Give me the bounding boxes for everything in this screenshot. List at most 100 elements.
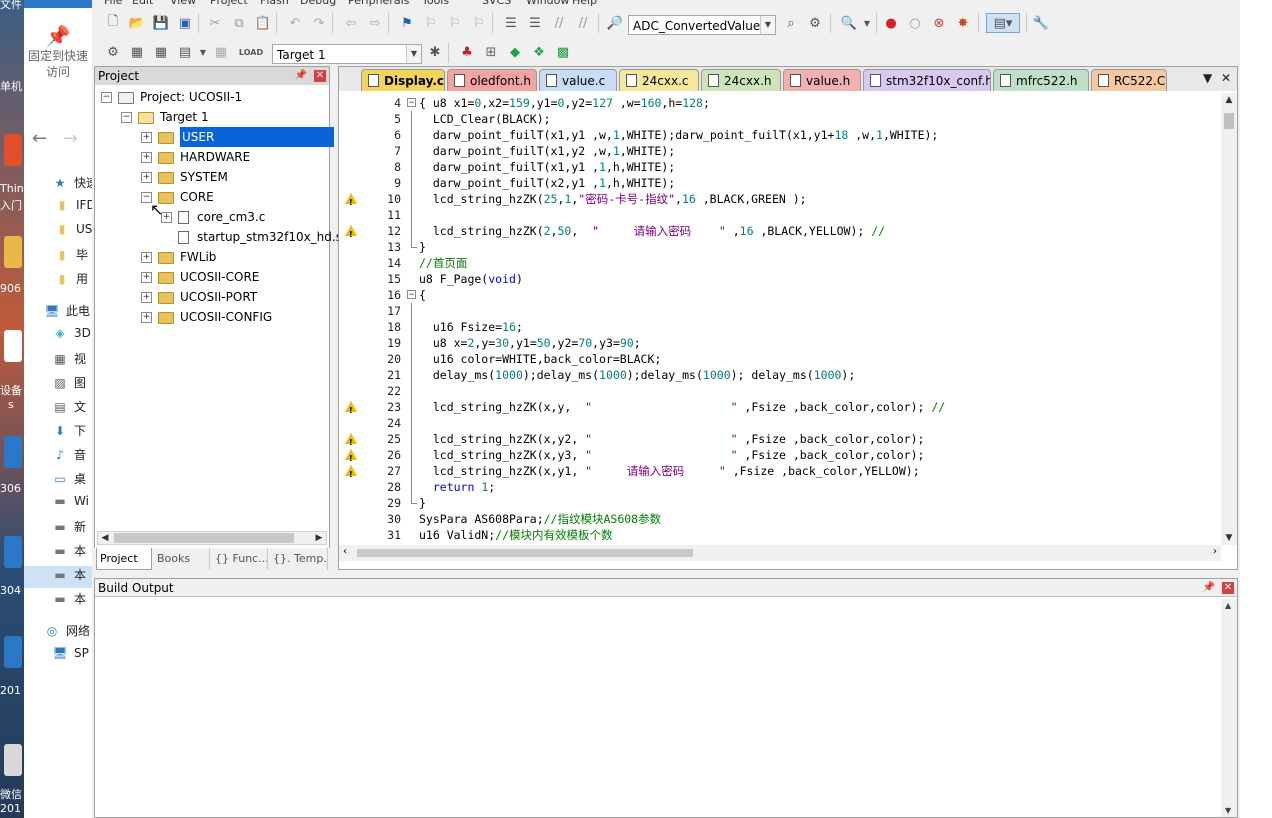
code-line[interactable]: 28 return 1; <box>339 479 1221 495</box>
explorer-nav-item[interactable]: ▦ 视 <box>24 350 92 372</box>
collapse-icon[interactable]: − <box>121 112 132 123</box>
code-line[interactable]: 29} <box>339 495 1221 511</box>
explorer-nav-item[interactable]: ▮ IFD <box>24 198 92 220</box>
close-tab-icon[interactable]: ✕ <box>1221 71 1231 85</box>
explorer-nav-item[interactable]: ★ 快速 <box>24 174 92 196</box>
select-packs-icon[interactable]: ⊞ <box>482 43 500 61</box>
load-download-icon[interactable]: LOAD <box>239 43 263 61</box>
code-line[interactable]: ! 27 lcd_string_hzZK(x,y1, " 请输入密码 " ,Fsi… <box>339 463 1221 479</box>
explorer-nav-item[interactable]: ◈ 3D <box>24 326 92 348</box>
tree-item[interactable]: + core_cm3.c <box>161 207 265 227</box>
scroll-up-icon[interactable]: ▲ <box>1225 601 1231 610</box>
menu-window[interactable]: Window <box>526 0 569 7</box>
code-line[interactable]: ! 12 lcd_string_hzZK(2,50, " 请输入密码 " ,16 … <box>339 223 1221 239</box>
collapse-icon[interactable]: − <box>101 92 112 103</box>
menu-file[interactable]: File <box>104 0 122 7</box>
file-tab[interactable]: value.h <box>783 69 861 91</box>
explorer-nav-item[interactable]: ▬ 新 <box>24 518 92 540</box>
save-all-icon[interactable]: ▣ <box>176 14 194 32</box>
tab-list-chevron-icon[interactable]: ▼ <box>1203 71 1212 85</box>
wechat-icon[interactable] <box>4 744 22 776</box>
tree-item[interactable]: + FWLib <box>141 247 216 267</box>
file-tab[interactable]: Display.c <box>361 69 445 91</box>
explorer-nav-item[interactable]: ▮ 毕 <box>24 246 92 268</box>
close-icon[interactable]: ✕ <box>314 70 326 82</box>
code-line[interactable]: 20 u16 color=WHITE,back_color=BLACK; <box>339 351 1221 367</box>
uncomment-icon[interactable]: // <box>574 14 592 32</box>
editor-hscrollbar[interactable]: ‹ › <box>339 545 1221 561</box>
bookmark-icon[interactable]: ⚑ <box>398 14 416 32</box>
save-icon[interactable]: 💾 <box>152 14 170 32</box>
explorer-nav-item[interactable]: ♪ 音 <box>24 446 92 468</box>
redo-icon[interactable]: ↷ <box>310 14 328 32</box>
tab-functions[interactable]: {} Func... <box>212 548 268 570</box>
code-line[interactable]: 6 darw_point_fuilT(x1,y1 ,w,1,WHITE);dar… <box>339 127 1221 143</box>
explorer-nav-item[interactable]: ▨ 图 <box>24 374 92 396</box>
scroll-down-icon[interactable]: ▼ <box>1221 531 1237 545</box>
code-line[interactable]: 14 //首页面 <box>339 255 1221 271</box>
code-line[interactable]: 18 u16 Fsize=16; <box>339 319 1221 335</box>
nav-forward-icon[interactable]: ⇨ <box>366 14 384 32</box>
configure-wrench-icon[interactable]: 🔧 <box>1032 14 1050 32</box>
tree-item[interactable]: − Target 1 <box>121 107 209 127</box>
code-line[interactable]: 30 SysPara AS608Para;//指纹模块AS608参数 <box>339 511 1221 527</box>
explorer-nav-item[interactable]: ⬇ 下 <box>24 422 92 444</box>
rebuild-icon[interactable]: ▦ <box>152 43 170 61</box>
build-output-vscrollbar[interactable]: ▲ ▼ <box>1221 599 1237 817</box>
explorer-nav-item[interactable]: ▬ Wi <box>24 494 92 516</box>
scroll-left-icon[interactable]: ‹ <box>343 546 347 557</box>
tree-item[interactable]: + HARDWARE <box>141 147 250 167</box>
explorer-nav-item[interactable]: ▮ 用 <box>24 270 92 292</box>
code-area[interactable]: 4−{ u8 x1=0,x2=159,y1=0,y2=127 ,w=160,h=… <box>339 93 1221 545</box>
chevron-down-icon[interactable]: ▼ <box>858 14 876 32</box>
explorer-nav-item[interactable]: ▬ 本 <box>24 566 92 588</box>
explorer-nav-item[interactable]: ▬ 本 <box>24 590 92 612</box>
window-layout-icon[interactable]: ▤▾ <box>986 13 1020 33</box>
scroll-down-icon[interactable]: ▼ <box>1225 806 1231 815</box>
stop-build-icon[interactable]: ▦ <box>212 43 230 61</box>
forward-arrow-icon[interactable]: → <box>63 128 78 149</box>
menu-debug[interactable]: Debug <box>300 0 336 7</box>
close-icon[interactable]: ✕ <box>1222 582 1234 594</box>
next-bookmark-icon[interactable]: ⚐ <box>446 14 464 32</box>
pin-quick-access-button[interactable]: 📌 固定到快速访问 <box>24 14 92 100</box>
code-line[interactable]: ! 25 lcd_string_hzZK(x,y2, " " ,Fsize ,ba… <box>339 431 1221 447</box>
code-line[interactable]: 22 <box>339 383 1221 399</box>
tree-item[interactable]: + UCOSII-CORE <box>141 267 259 287</box>
undo-icon[interactable]: ↶ <box>286 14 304 32</box>
scroll-left-icon[interactable]: ◀ <box>98 532 112 544</box>
explorer-nav-item[interactable]: ▤ 文 <box>24 398 92 420</box>
unindent-icon[interactable]: ☰ <box>526 14 544 32</box>
word-doc-icon[interactable] <box>4 536 22 568</box>
editor-vscrollbar[interactable]: ▲ ▼ <box>1221 93 1237 545</box>
menu-tools[interactable]: Tools <box>422 0 449 7</box>
disable-all-breakpoints-icon[interactable]: ⊗ <box>930 14 948 32</box>
tree-item[interactable]: + UCOSII-PORT <box>141 287 257 307</box>
menu-help[interactable]: Help <box>572 0 597 7</box>
disable-breakpoint-icon[interactable]: ○ <box>906 14 924 32</box>
code-line[interactable]: ! 10 lcd_string_hzZK(25,1,"密码-卡号-指纹",16 ,… <box>339 191 1221 207</box>
comment-icon[interactable]: // <box>550 14 568 32</box>
tab-project-tab[interactable]: Project <box>96 548 152 570</box>
explorer-nav-item[interactable]: 🖥 SP <box>24 646 92 668</box>
code-line[interactable]: 31 u16 ValidN;//模块内有效模板个数 <box>339 527 1221 543</box>
chevron-down-icon[interactable]: ▼ <box>194 43 212 61</box>
file-tab[interactable]: oledfont.h <box>447 69 537 91</box>
pack-update-icon[interactable]: ▩ <box>554 43 572 61</box>
tree-item[interactable]: startup_stm32f10x_hd.s <box>161 227 342 247</box>
menu-svcs[interactable]: SVCS <box>482 0 511 7</box>
kill-all-breakpoints-icon[interactable]: ✸ <box>954 14 972 32</box>
scroll-thumb[interactable] <box>357 549 693 557</box>
code-line[interactable]: 4−{ u8 x1=0,x2=159,y1=0,y2=127 ,w=160,h=… <box>339 95 1221 111</box>
code-line[interactable]: 11 <box>339 207 1221 223</box>
code-line[interactable]: 21 delay_ms(1000);delay_ms(1000);delay_m… <box>339 367 1221 383</box>
manage-project-items-icon[interactable]: ♣ <box>458 43 476 61</box>
explorer-ribbon-tab[interactable] <box>24 0 92 8</box>
menu-project[interactable]: Project <box>210 0 248 7</box>
explorer-nav-item[interactable]: 🖥 此电 <box>24 302 92 324</box>
explorer-nav-item[interactable]: ▭ 桌 <box>24 470 92 492</box>
menu-view[interactable]: View <box>170 0 196 7</box>
symbol-combo[interactable]: ADC_ConvertedValue ▼ <box>628 15 776 35</box>
scroll-right-icon[interactable]: ▶ <box>312 532 326 544</box>
word-doc-icon[interactable] <box>4 436 22 468</box>
